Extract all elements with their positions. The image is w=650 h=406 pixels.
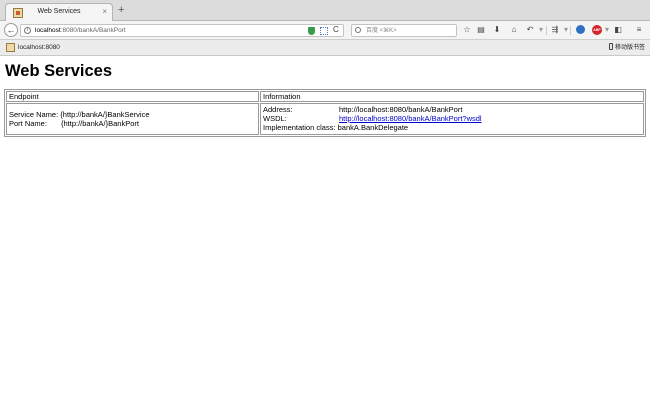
tab-web-services[interactable]: Web Services × [5, 3, 113, 22]
wsdl-link[interactable]: http://localhost:8080/bankA/BankPort?wsd… [339, 114, 482, 123]
home-icon[interactable]: ⌂ [509, 24, 519, 36]
url-host: localhost [35, 27, 61, 34]
tab-title: Web Services [37, 8, 81, 15]
url-path: :8080/bankA/BankPort [60, 27, 126, 34]
table-header-row: Endpoint Information [6, 91, 644, 102]
reload-icon[interactable]: C [333, 24, 339, 36]
bookmark-localhost[interactable]: localhost:8080 [18, 43, 60, 53]
header-endpoint: Endpoint [6, 91, 259, 102]
chevron-down-icon[interactable]: ▾ [536, 24, 546, 36]
send-to-device-icon[interactable]: ⇶ [550, 24, 560, 36]
page-title: Web Services [5, 62, 113, 80]
undo-icon[interactable]: ↶ [525, 24, 535, 36]
bookmark-star-icon[interactable]: ☆ [462, 24, 472, 36]
endpoint-cell: Service Name: {http://bankA/}BankService… [6, 103, 259, 135]
port-name-value: {http://bankA/}BankPort [61, 118, 139, 128]
phone-icon [608, 43, 613, 50]
qr-code-icon[interactable] [320, 27, 328, 35]
mobile-bookmarks-label: 移动版书签 [614, 45, 645, 51]
shield-icon[interactable] [308, 27, 315, 35]
implementation-label: Implementation class: [263, 123, 336, 132]
search-icon [355, 27, 361, 33]
mobile-bookmarks-button[interactable]: 移动版书签 [608, 43, 645, 53]
reader-view-icon[interactable]: ◧ [613, 24, 623, 36]
port-name-row: Port Name: {http://bankA/}BankPort [9, 119, 256, 128]
bookmarks-bar: localhost:8080 移动版书签 [0, 40, 650, 56]
service-name-label: Service Name: [9, 109, 59, 119]
wsdl-label: WSDL: [263, 114, 287, 123]
wsdl-row: WSDL: http://localhost:8080/bankA/BankPor… [263, 114, 641, 123]
back-button[interactable]: ← [4, 23, 18, 37]
download-icon[interactable]: ⬇ [492, 24, 502, 36]
information-cell: Address: http://localhost:8080/bankA/Bank… [260, 103, 644, 135]
address-bar[interactable]: i localhost:8080/bankA/BankPort [20, 24, 344, 37]
navigation-toolbar: ← i localhost:8080/bankA/BankPort C 百度 <… [0, 21, 650, 40]
header-information: Information [260, 91, 644, 102]
page-content: Web Services Endpoint Information Servic… [0, 57, 650, 406]
address-row: Address: http://localhost:8080/bankA/Bank… [263, 105, 641, 114]
menu-icon[interactable]: ≡ [634, 24, 644, 36]
tab-strip: Web Services × + [0, 0, 650, 22]
search-placeholder: 百度 <⌘K> [366, 28, 397, 34]
implementation-row: Implementation class: bankA.BankDelegate [263, 123, 641, 132]
web-services-table: Endpoint Information Service Name: {http… [4, 89, 646, 137]
toolbar-divider [570, 26, 571, 35]
site-info-icon[interactable]: i [24, 27, 31, 34]
table-row: Service Name: {http://bankA/}BankService… [6, 103, 644, 135]
bookmark-favicon-icon [6, 43, 15, 52]
address-label: Address: [263, 105, 293, 114]
address-value: http://localhost:8080/bankA/BankPort [339, 105, 463, 114]
new-tab-button[interactable]: + [118, 4, 124, 16]
adblock-icon[interactable]: ABP [592, 25, 602, 35]
service-name-value: {http://bankA/}BankService [60, 109, 150, 119]
url-text[interactable]: localhost:8080/bankA/BankPort [35, 26, 126, 36]
port-name-label: Port Name: [9, 118, 47, 128]
service-name-row: Service Name: {http://bankA/}BankService [9, 110, 256, 119]
library-icon[interactable]: ▤ [476, 24, 486, 36]
search-bar[interactable]: 百度 <⌘K> [351, 24, 457, 37]
close-tab-icon[interactable]: × [102, 7, 107, 17]
implementation-value: bankA.BankDelegate [337, 123, 409, 132]
extension-globe-icon[interactable] [576, 25, 585, 34]
toolbar-divider [546, 26, 547, 35]
chevron-down-icon[interactable]: ▾ [602, 24, 612, 36]
back-arrow-icon: ← [6, 25, 16, 35]
